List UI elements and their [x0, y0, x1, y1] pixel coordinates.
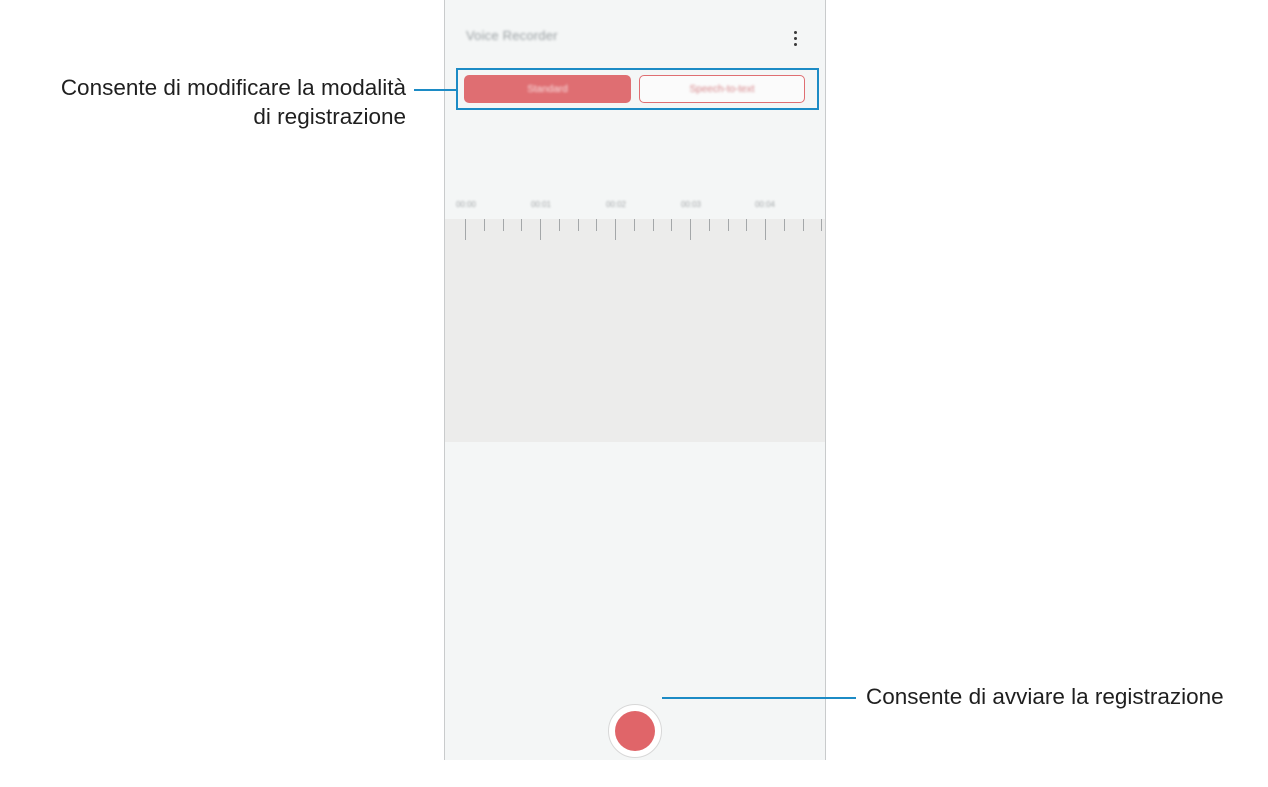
ruler-tick — [671, 219, 673, 231]
ruler-tick — [577, 219, 579, 231]
mode-selector-highlight — [456, 68, 819, 110]
record-button[interactable] — [608, 704, 662, 758]
ruler-tick — [690, 219, 691, 240]
app-title: Voice Recorder — [466, 28, 558, 43]
ruler-tick — [652, 219, 654, 231]
ruler-tick — [727, 219, 729, 231]
callout-record-leader — [662, 697, 856, 699]
callout-record: Consente di avviare la registrazione — [866, 684, 1224, 709]
more-options-icon[interactable] — [786, 26, 804, 50]
ruler-tick — [633, 219, 635, 231]
ruler-tick — [483, 219, 485, 231]
timeline-labels: 00:00 00:01 00:02 00:03 00:04 — [445, 200, 825, 214]
callout-mode-leader — [414, 89, 456, 91]
ruler-tick — [540, 219, 541, 240]
timeline-label: 00:00 — [455, 200, 477, 209]
ruler-tick — [465, 219, 466, 240]
ruler-tick — [783, 219, 785, 231]
ruler-tick — [596, 219, 598, 231]
ruler-tick — [615, 219, 616, 240]
timeline-label: 00:01 — [530, 200, 552, 209]
phone-screen: Voice Recorder Standard Speech-to-text 0… — [444, 0, 826, 760]
ruler-tick — [765, 219, 766, 240]
ruler-tick — [502, 219, 504, 231]
waveform-area — [445, 219, 825, 442]
ruler-tick — [708, 219, 710, 231]
timeline-ruler — [445, 219, 825, 241]
timeline-label: 00:02 — [605, 200, 627, 209]
ruler-tick — [558, 219, 560, 231]
timeline-label: 00:04 — [754, 200, 776, 209]
ruler-tick — [821, 219, 823, 231]
ruler-tick — [521, 219, 523, 231]
timeline-label: 00:03 — [680, 200, 702, 209]
record-icon — [615, 711, 655, 751]
callout-mode-line1: Consente di modificare la modalità — [60, 75, 406, 100]
callout-mode: Consente di modificare la modalità di re… — [61, 73, 406, 131]
ruler-tick — [746, 219, 748, 231]
ruler-tick — [802, 219, 804, 231]
callout-mode-line2: di registrazione — [253, 104, 406, 129]
